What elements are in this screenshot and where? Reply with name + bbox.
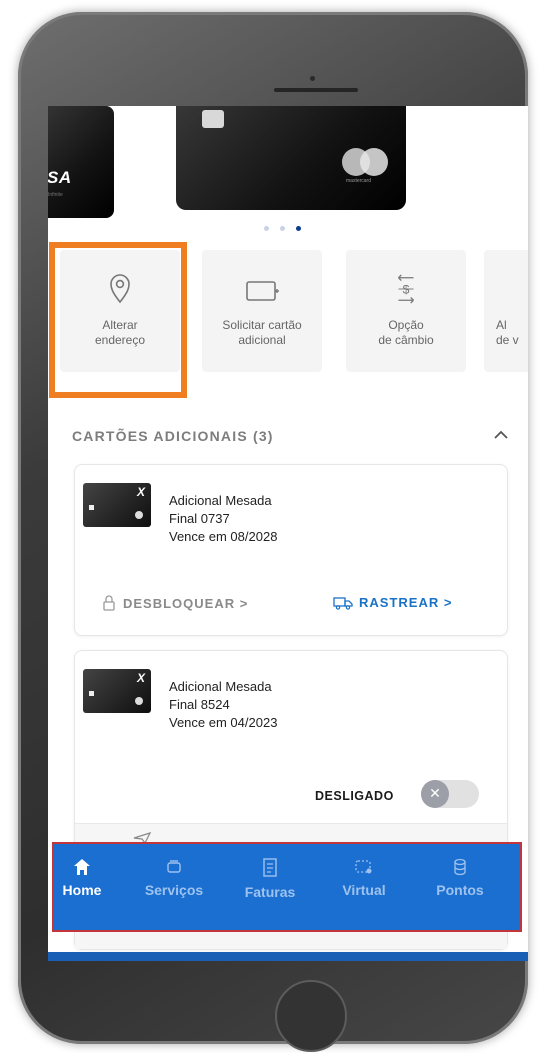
points-icon: [454, 858, 466, 876]
add-card-icon: [246, 281, 279, 301]
nav-bottom-strip: [48, 952, 528, 961]
chevron-right-icon: >: [235, 596, 249, 611]
chevron-right-icon: >: [439, 595, 453, 610]
nav-services[interactable]: Serviços: [134, 858, 214, 898]
visa-card[interactable]: VISA Infinite: [48, 106, 114, 218]
virtual-card-icon: [355, 860, 372, 874]
app-screen: VISA Infinite mastercard Alterar endereç…: [48, 106, 528, 961]
home-icon: [74, 859, 90, 875]
section-title: CARTÕES ADICIONAIS (3): [72, 428, 274, 444]
mastercard-label: mastercard: [346, 178, 372, 184]
svg-text:$: $: [403, 283, 410, 297]
bottom-navigation: Home Serviços Faturas Virtual Pontos: [52, 842, 522, 932]
unlock-label: DESBLOQUEAR: [123, 596, 236, 611]
track-button[interactable]: RASTREAR >: [333, 595, 452, 610]
card-enable-toggle[interactable]: ✕: [421, 780, 479, 808]
card-thumbnail: X: [83, 669, 151, 713]
front-camera: [310, 76, 315, 81]
quick-action-request-additional-card[interactable]: Solicitar cartão adicional: [202, 250, 322, 372]
card-name: Adicional Mesada: [169, 679, 272, 694]
close-icon: ✕: [421, 780, 449, 808]
visa-logo: VISA: [48, 168, 72, 187]
nav-invoices[interactable]: Faturas: [230, 858, 310, 900]
toggle-status-label: DESLIGADO: [315, 789, 394, 803]
nav-points[interactable]: Pontos: [420, 858, 500, 898]
nav-label: Faturas: [244, 884, 296, 900]
currency-exchange-icon: $: [398, 274, 414, 304]
quick-action-label: Opção de câmbio: [378, 318, 434, 347]
nav-label: Home: [62, 882, 102, 898]
card-expiry: Vence em 08/2028: [169, 529, 278, 544]
mastercard-logo: [342, 148, 390, 176]
services-icon: [167, 860, 181, 873]
track-label: RASTREAR: [359, 595, 440, 610]
nav-label: Virtual: [342, 882, 386, 898]
nav-label: Serviços: [144, 882, 204, 898]
earpiece-speaker: [274, 88, 358, 92]
quick-action-label: Al de v: [496, 318, 519, 347]
highlight-annotation-box: [49, 242, 187, 398]
carousel-dot[interactable]: [264, 226, 269, 231]
card-final-digits: Final 0737: [169, 511, 230, 526]
home-hardware-button[interactable]: [275, 980, 347, 1052]
carousel-dot-active[interactable]: [296, 226, 301, 231]
nav-label: Pontos: [436, 882, 484, 898]
quick-action-partial[interactable]: Al de v: [484, 250, 528, 372]
mastercard-card[interactable]: mastercard: [176, 106, 406, 210]
visa-card-tier: Infinite: [48, 192, 63, 198]
lock-icon: [103, 595, 115, 611]
additional-card-item[interactable]: X Adicional Mesada Final 0737 Vence em 0…: [74, 464, 508, 636]
truck-icon: [333, 597, 353, 610]
carousel-dot[interactable]: [280, 226, 285, 231]
quick-action-exchange-option[interactable]: $ Opção de câmbio: [346, 250, 466, 372]
invoice-icon: [263, 858, 277, 877]
card-final-digits: Final 8524: [169, 697, 230, 712]
card-chip: [202, 110, 224, 128]
unlock-button[interactable]: DESBLOQUEAR >: [103, 595, 248, 611]
card-expiry: Vence em 04/2023: [169, 715, 278, 730]
nav-home[interactable]: Home: [48, 858, 122, 898]
chevron-up-icon[interactable]: [494, 430, 508, 440]
card-thumbnail: X: [83, 483, 151, 527]
nav-virtual[interactable]: Virtual: [324, 858, 404, 898]
card-name: Adicional Mesada: [169, 493, 272, 508]
quick-action-label: Solicitar cartão adicional: [222, 318, 302, 347]
